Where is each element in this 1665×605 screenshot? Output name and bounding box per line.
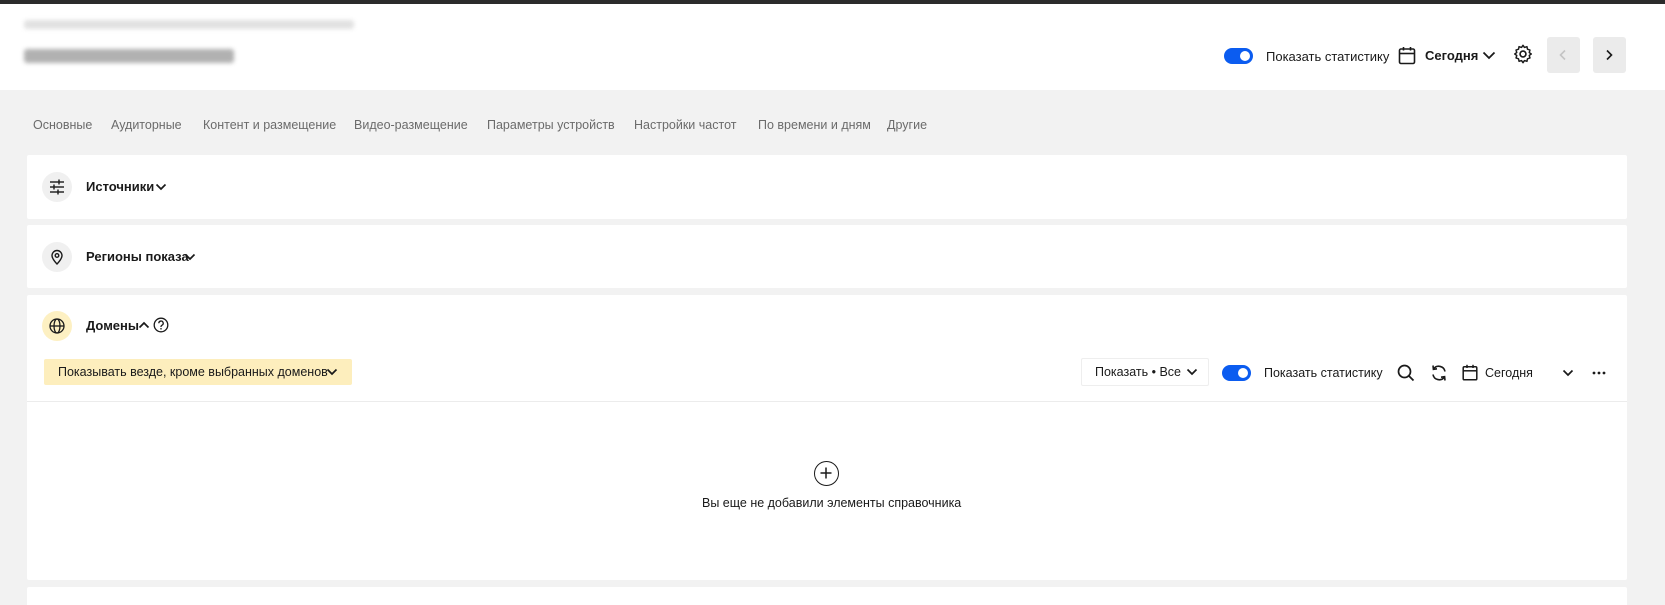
refresh-icon[interactable]	[1430, 364, 1448, 382]
next-button[interactable]	[1593, 37, 1626, 73]
map-pin-icon	[51, 249, 63, 265]
tab-time[interactable]: По времени и дням	[758, 117, 871, 133]
next-section	[27, 587, 1627, 605]
add-element-button[interactable]	[814, 461, 839, 486]
domains-section: Домены Показывать везде, кроме выбранных…	[27, 295, 1627, 580]
domains-icon-badge	[42, 311, 72, 341]
regions-title[interactable]: Регионы показа	[86, 249, 189, 265]
prev-button[interactable]	[1547, 37, 1580, 73]
more-icon[interactable]	[1592, 371, 1606, 375]
plus-icon	[820, 467, 832, 479]
sources-title[interactable]: Источники	[86, 179, 154, 195]
domains-mode-dropdown[interactable]: Показывать везде, кроме выбранных домено…	[44, 359, 352, 385]
chevron-left-icon	[1559, 49, 1566, 61]
show-filter-label: Показать • Все	[1095, 365, 1181, 379]
globe-icon	[49, 318, 65, 334]
search-icon[interactable]	[1397, 364, 1415, 382]
domains-show-stats-label: Показать статистику	[1264, 366, 1383, 380]
show-filter-dropdown[interactable]: Показать • Все	[1081, 358, 1209, 386]
tab-audience[interactable]: Аудиторные	[111, 117, 182, 133]
chevron-down-icon[interactable]	[155, 183, 167, 191]
tab-frequency[interactable]: Настройки частот	[634, 117, 736, 133]
tab-content[interactable]: Контент и размещение	[203, 117, 336, 133]
date-label[interactable]: Сегодня	[1425, 48, 1478, 64]
calendar-icon[interactable]	[1398, 46, 1416, 65]
chevron-down-icon[interactable]	[1482, 51, 1496, 60]
domains-mode-label: Показывать везде, кроме выбранных домено…	[58, 365, 328, 379]
section-divider	[27, 401, 1627, 402]
tab-devices[interactable]: Параметры устройств	[487, 117, 615, 133]
calendar-icon[interactable]	[1462, 364, 1478, 381]
chevron-up-icon[interactable]	[138, 321, 150, 329]
regions-icon-badge	[42, 242, 72, 272]
chevron-down-icon	[1186, 368, 1198, 376]
domains-date-label[interactable]: Сегодня	[1485, 365, 1533, 381]
gear-icon[interactable]	[1512, 43, 1534, 65]
page-header: Показать статистику Сегодня	[0, 4, 1665, 90]
empty-state-text: Вы еще не добавили элементы справочника	[702, 496, 962, 510]
regions-section: Регионы показа	[27, 225, 1627, 288]
show-stats-label: Показать статистику	[1266, 49, 1390, 64]
tab-other[interactable]: Другие	[887, 117, 927, 133]
chevron-down-icon[interactable]	[1562, 369, 1574, 377]
tab-video[interactable]: Видео-размещение	[354, 117, 468, 133]
chevron-right-icon	[1606, 49, 1613, 61]
page-title-redacted	[24, 49, 234, 63]
chevron-down-icon	[326, 368, 338, 376]
sliders-icon	[50, 179, 64, 195]
help-icon[interactable]	[153, 317, 169, 333]
tab-basic[interactable]: Основные	[33, 117, 92, 133]
domains-show-stats-toggle[interactable]	[1222, 365, 1251, 381]
breadcrumb-redacted	[24, 20, 354, 29]
sources-section: Источники	[27, 155, 1627, 219]
show-stats-toggle[interactable]	[1224, 48, 1253, 64]
domains-title[interactable]: Домены	[86, 318, 139, 334]
sources-icon-badge	[42, 172, 72, 202]
chevron-down-icon[interactable]	[184, 253, 196, 261]
